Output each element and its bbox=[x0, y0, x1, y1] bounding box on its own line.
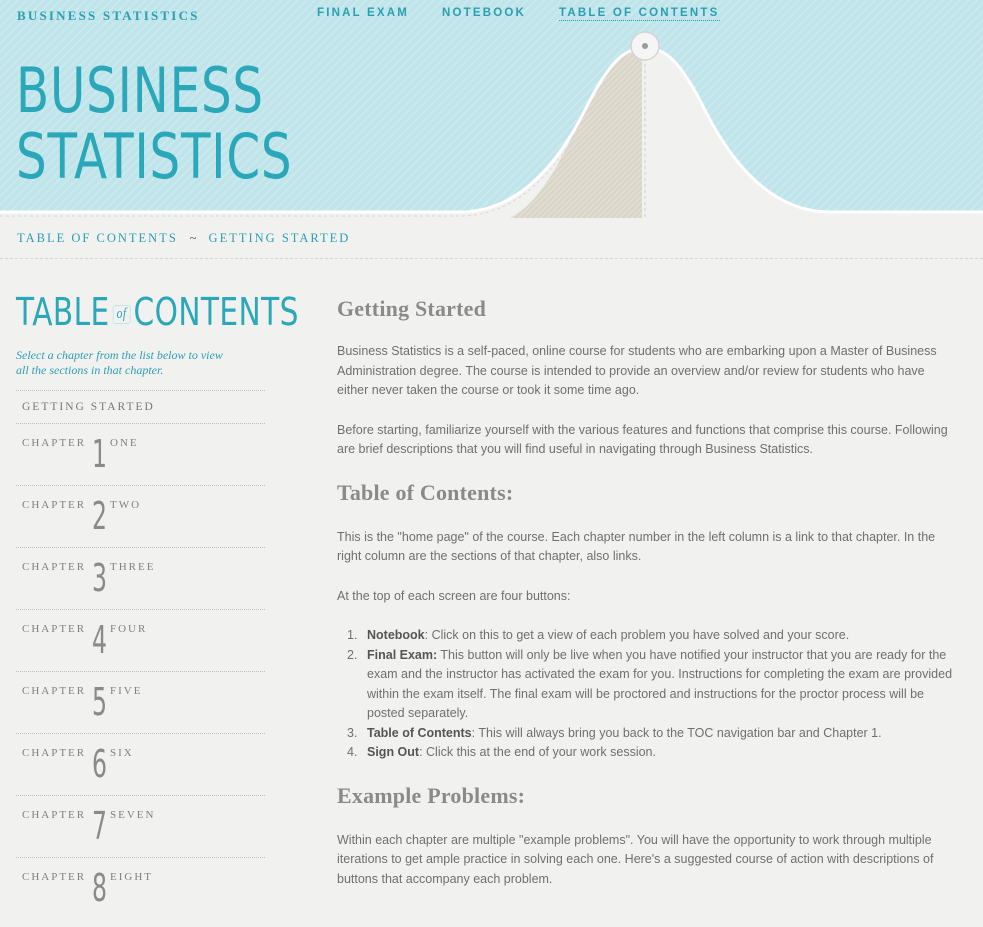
list-text: : Click on this to get a view of each pr… bbox=[424, 628, 850, 642]
list-text: : Click this at the end of your work ses… bbox=[419, 745, 656, 759]
toc-description-paragraph: This is the "home page" of the course. E… bbox=[337, 529, 936, 564]
chapter-number: 2 bbox=[92, 494, 107, 538]
hero-title: BUSINESS STATISTICS bbox=[16, 54, 293, 193]
toc-item-chapter-7[interactable]: CHAPTER 7 SEVEN bbox=[16, 795, 265, 857]
chapter-label: CHAPTER bbox=[22, 685, 87, 697]
breadcrumb-toc-link[interactable]: TABLE OF CONTENTS bbox=[17, 231, 178, 245]
chapter-word: SEVEN bbox=[110, 809, 156, 821]
toc-item-label: GETTING STARTED bbox=[22, 401, 155, 413]
heading-getting-started: Getting Started bbox=[337, 296, 487, 321]
chapter-word: FOUR bbox=[110, 623, 148, 635]
list-item: 4. Sign Out: Click this at the end of you… bbox=[337, 743, 957, 763]
top-navigation: FINAL EXAM NOTEBOOK TABLE OF CONTENTS bbox=[0, 7, 983, 27]
breadcrumb-divider bbox=[0, 258, 983, 259]
site-header: BUSINESS STATISTICS FINAL EXAM NOTEBOOK … bbox=[0, 0, 983, 220]
chapter-label: CHAPTER bbox=[22, 499, 87, 511]
list-number: 3. bbox=[347, 725, 358, 740]
chapter-label: CHAPTER bbox=[22, 561, 87, 573]
sidebar-toc: TABLE of CONTENTS Select a chapter from th… bbox=[16, 290, 298, 919]
list-item: 1. Notebook: Click on this to get a view … bbox=[337, 626, 957, 646]
nav-final-exam[interactable]: FINAL EXAM bbox=[317, 7, 409, 19]
toc-item-chapter-5[interactable]: CHAPTER 5 FIVE bbox=[16, 671, 265, 733]
breadcrumb: TABLE OF CONTENTS ~ GETTING STARTED bbox=[17, 231, 350, 249]
toc-item-chapter-8[interactable]: CHAPTER 8 EIGHT bbox=[16, 857, 265, 919]
chapter-number: 3 bbox=[92, 556, 107, 600]
list-text: : This will always bring you back to the… bbox=[471, 725, 882, 740]
toc-item-chapter-2[interactable]: CHAPTER 2 TWO bbox=[16, 485, 265, 547]
sidebar-title-of: of bbox=[112, 305, 131, 324]
hero-title-line1: BUSINESS bbox=[16, 54, 264, 127]
nav-notebook[interactable]: NOTEBOOK bbox=[442, 7, 526, 19]
example-problems-paragraph: Within each chapter are multiple "exampl… bbox=[337, 832, 934, 886]
list-number: 4. bbox=[347, 745, 358, 759]
main-content: Getting Started Business Statistics is a… bbox=[337, 296, 957, 889]
buttons-intro-paragraph: At the top of each screen are four butto… bbox=[337, 588, 571, 603]
sidebar-hint: Select a chapter from the list below to … bbox=[16, 348, 223, 377]
chapter-number: 4 bbox=[92, 618, 107, 662]
chapter-number: 1 bbox=[92, 432, 107, 476]
hero-title-line2: STATISTICS bbox=[16, 120, 293, 193]
breadcrumb-current[interactable]: GETTING STARTED bbox=[209, 231, 351, 245]
toc-item-getting-started[interactable]: GETTING STARTED bbox=[16, 390, 265, 423]
nav-table-of-contents[interactable]: TABLE OF CONTENTS bbox=[559, 7, 720, 21]
toc-item-chapter-1[interactable]: CHAPTER 1 ONE bbox=[16, 423, 265, 485]
sidebar-title-left: TABLE bbox=[16, 290, 110, 334]
chapter-word: THREE bbox=[110, 561, 156, 573]
list-item: 2. Final Exam: This button will only be l… bbox=[337, 646, 957, 724]
chapter-word: SIX bbox=[110, 747, 134, 759]
list-term: Notebook bbox=[367, 628, 425, 642]
chapter-label: CHAPTER bbox=[22, 437, 87, 449]
chapter-label: CHAPTER bbox=[22, 871, 87, 883]
chapter-word: TWO bbox=[110, 499, 142, 511]
toc-item-chapter-6[interactable]: CHAPTER 6 SIX bbox=[16, 733, 265, 795]
chapter-number: 6 bbox=[92, 742, 107, 786]
chapter-word: ONE bbox=[110, 437, 139, 449]
chapter-label: CHAPTER bbox=[22, 747, 87, 759]
list-number: 1. bbox=[347, 628, 358, 642]
chapter-number: 8 bbox=[92, 866, 107, 910]
list-term: Table of Contents bbox=[367, 725, 472, 740]
intro-paragraph: Business Statistics is a self-paced, onl… bbox=[337, 344, 937, 397]
list-number: 2. bbox=[347, 647, 358, 662]
chapter-list: GETTING STARTED CHAPTER 1 ONE CHAPTER 2 … bbox=[16, 390, 265, 919]
chapter-number: 7 bbox=[92, 804, 107, 848]
toc-item-chapter-4[interactable]: CHAPTER 4 FOUR bbox=[16, 609, 265, 671]
heading-example-problems: Example Problems: bbox=[337, 782, 526, 808]
chapter-label: CHAPTER bbox=[22, 623, 87, 635]
buttons-list: 1. Notebook: Click on this to get a view … bbox=[337, 626, 957, 763]
toc-item-chapter-3[interactable]: CHAPTER 3 THREE bbox=[16, 547, 265, 609]
list-text: This button will only be live when you h… bbox=[367, 647, 953, 721]
breadcrumb-separator: ~ bbox=[189, 231, 197, 245]
list-term: Final Exam: bbox=[367, 647, 438, 662]
before-starting-paragraph: Before starting, familiarize yourself wi… bbox=[337, 422, 948, 457]
list-term: Sign Out bbox=[367, 745, 420, 759]
chapter-number: 5 bbox=[92, 680, 107, 724]
chapter-label: CHAPTER bbox=[22, 809, 87, 821]
heading-table-of-contents: Table of Contents: bbox=[337, 479, 514, 505]
chapter-word: EIGHT bbox=[110, 871, 153, 883]
chapter-word: FIVE bbox=[110, 685, 143, 697]
list-item: 3. Table of Contents: This will always br… bbox=[337, 724, 957, 744]
sidebar-title-right: CONTENTS bbox=[133, 290, 299, 334]
sidebar-title: TABLE of CONTENTS bbox=[16, 290, 298, 336]
